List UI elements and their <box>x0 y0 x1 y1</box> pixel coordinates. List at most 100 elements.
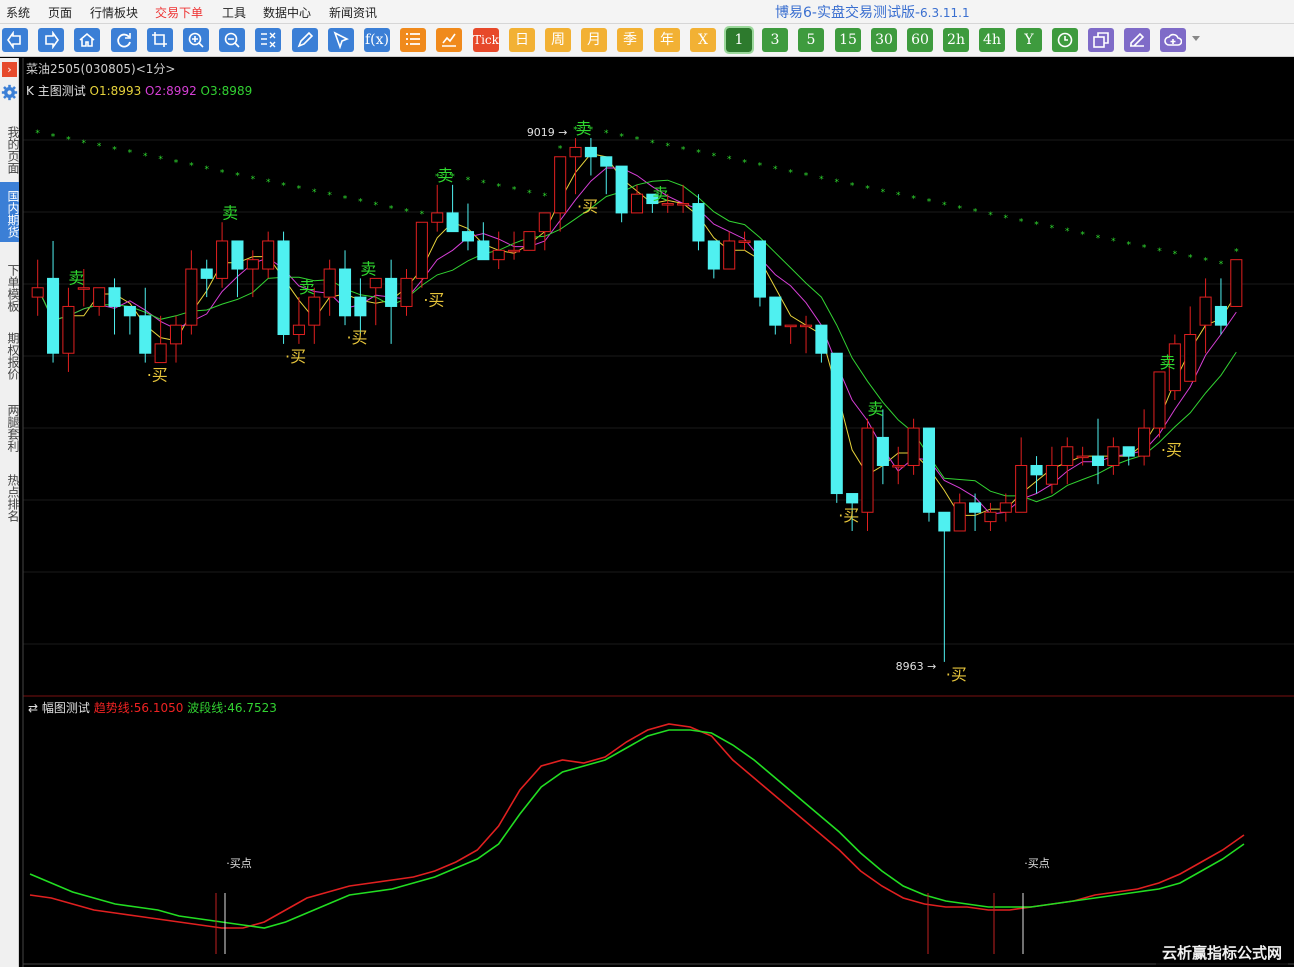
candle[interactable] <box>815 324 828 363</box>
candle[interactable] <box>1122 446 1135 466</box>
period-button-5[interactable]: 年 <box>654 28 680 52</box>
cursor-button[interactable] <box>328 28 354 52</box>
candle[interactable] <box>338 250 352 326</box>
period-button-0[interactable]: Tick <box>473 28 499 52</box>
sidebar-item-1[interactable]: 国内期货 <box>0 182 20 242</box>
candle[interactable] <box>108 278 121 335</box>
candle[interactable] <box>907 418 920 475</box>
candle[interactable] <box>1199 278 1212 354</box>
indicator-chart-button[interactable] <box>436 28 462 52</box>
candle[interactable] <box>1153 371 1166 438</box>
home-button[interactable] <box>74 28 100 52</box>
candle[interactable] <box>999 493 1012 522</box>
draw-pen-button[interactable] <box>292 28 318 52</box>
sidebar-item-2[interactable]: 下单模板 <box>0 256 20 316</box>
candle[interactable] <box>692 194 705 251</box>
chart-canvas[interactable]: * * * * * * * * * * * * * * * * * * * * * * * * * * * * * * * * * * * * * * * *… <box>20 58 1294 967</box>
candle[interactable] <box>93 287 106 316</box>
zoom-out-button[interactable] <box>219 28 245 52</box>
chart-area[interactable]: * * * * * * * * * * * * * * * * * * * * * * * * * * * * * * * * * * * * * * * *… <box>20 58 1294 967</box>
candle[interactable] <box>415 221 428 288</box>
period-button-14[interactable]: 4h <box>979 28 1005 52</box>
candle[interactable] <box>354 278 367 335</box>
candle[interactable] <box>123 305 136 335</box>
candle[interactable] <box>31 259 44 316</box>
back-button[interactable] <box>2 28 28 52</box>
candle[interactable] <box>385 259 398 344</box>
candle[interactable] <box>600 156 613 195</box>
candle[interactable] <box>292 297 305 344</box>
menu-item-0[interactable]: 系统 <box>6 4 30 21</box>
period-button-12[interactable]: 60 <box>907 28 933 52</box>
candle[interactable] <box>62 287 75 372</box>
period-button-11[interactable]: 30 <box>871 28 897 52</box>
candle[interactable] <box>508 231 521 260</box>
candle[interactable] <box>400 269 413 316</box>
toolbar-more-icon[interactable] <box>1192 36 1200 41</box>
forward-button[interactable] <box>38 28 64 52</box>
period-button-4[interactable]: 季 <box>617 28 643 52</box>
candle[interactable] <box>262 231 275 279</box>
candle[interactable] <box>615 165 628 223</box>
candle[interactable] <box>216 222 229 288</box>
main-indicator-legend[interactable]: K 主图测试 O1:8993 O2:8992 O3:8989 <box>26 82 252 99</box>
candle[interactable] <box>861 418 874 531</box>
candle[interactable] <box>200 259 213 298</box>
candle[interactable] <box>277 231 290 344</box>
sidebar-item-0[interactable]: 我的页面 <box>0 118 20 178</box>
period-button-1[interactable]: 日 <box>509 28 535 52</box>
candle[interactable] <box>784 324 797 344</box>
period-button-7[interactable]: 1 <box>724 26 754 54</box>
candle[interactable] <box>800 315 813 354</box>
candle[interactable] <box>892 446 905 485</box>
candle[interactable] <box>1230 259 1243 307</box>
candle[interactable] <box>47 240 60 363</box>
candle[interactable] <box>584 138 597 176</box>
compare-button[interactable] <box>255 28 281 52</box>
menu-item-6[interactable]: 新闻资讯 <box>329 4 377 21</box>
candle[interactable] <box>630 184 644 214</box>
sidebar-item-5[interactable]: 热点排名 <box>0 466 20 526</box>
candle[interactable] <box>523 231 536 251</box>
candle[interactable] <box>185 250 198 335</box>
candle[interactable] <box>969 493 982 531</box>
cloud-add-button[interactable] <box>1160 28 1186 52</box>
menu-item-3[interactable]: 交易下单 <box>155 4 203 21</box>
crop-button[interactable] <box>147 28 173 52</box>
candle[interactable] <box>1214 278 1227 335</box>
candle[interactable] <box>723 231 736 270</box>
candle[interactable] <box>1076 446 1089 466</box>
candle[interactable] <box>1138 409 1151 466</box>
candle[interactable] <box>753 240 766 307</box>
sub-indicator-legend[interactable]: ⇄ 幅图测试 趋势线:56.1050 波段线:46.7523 <box>28 699 277 716</box>
swap-icon[interactable]: ⇄ <box>28 701 38 715</box>
candle[interactable] <box>446 184 459 233</box>
candle[interactable] <box>984 502 997 531</box>
note-button[interactable] <box>1124 28 1150 52</box>
period-button-13[interactable]: 2h <box>943 28 969 52</box>
zoom-in-button[interactable] <box>183 28 209 52</box>
candle[interactable] <box>1184 306 1197 382</box>
candle[interactable] <box>431 184 444 232</box>
candle[interactable] <box>1015 437 1028 513</box>
candle[interactable] <box>323 259 336 316</box>
menu-item-5[interactable]: 数据中心 <box>263 4 311 21</box>
period-button-10[interactable]: 15 <box>835 28 861 52</box>
menu-item-4[interactable]: 工具 <box>222 4 246 21</box>
clock-button[interactable] <box>1052 28 1078 52</box>
candle[interactable] <box>769 296 782 335</box>
candle[interactable] <box>569 138 582 195</box>
sidebar-item-4[interactable]: 两腿套利 <box>0 396 20 456</box>
candle[interactable] <box>477 222 490 261</box>
candle[interactable] <box>1091 418 1105 485</box>
candle[interactable] <box>554 156 567 232</box>
menu-item-2[interactable]: 行情板块 <box>90 4 138 21</box>
candle[interactable] <box>1107 437 1120 475</box>
menu-item-1[interactable]: 页面 <box>48 4 72 21</box>
formula-button[interactable]: f(x) <box>364 28 390 52</box>
period-button-9[interactable]: 5 <box>798 28 824 52</box>
candle[interactable] <box>938 511 951 662</box>
sidebar-item-3[interactable]: 期权报价 <box>0 324 20 384</box>
period-button-15[interactable]: Y <box>1016 28 1042 52</box>
candle[interactable] <box>1030 456 1043 494</box>
